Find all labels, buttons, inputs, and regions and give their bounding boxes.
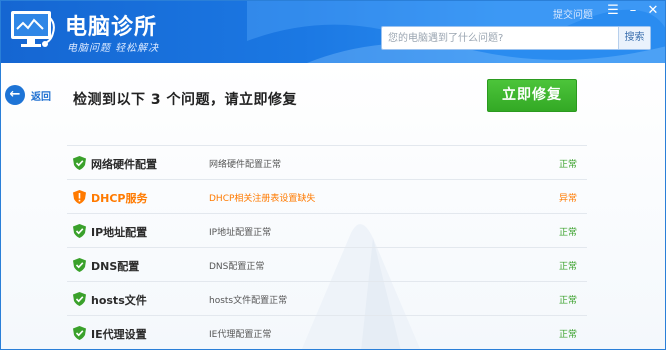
check-name: 网络硬件配置 [91,158,157,171]
app-subtitle: 电脑问题 轻松解决 [67,43,160,54]
close-icon[interactable]: ✕ [645,4,661,18]
title-bar: 电脑诊所 电脑问题 轻松解决 提交问题 ☰ – ✕ 搜索 [1,1,665,63]
check-desc: DNS配置正常 [209,262,265,272]
back-button[interactable]: ← 返回 [5,85,51,105]
fix-now-button[interactable]: 立即修复 [487,79,577,112]
check-list: 网络硬件配置 网络硬件配置正常 正常 DHCP服务 DHCP相关注册表设置缺失 … [67,145,587,349]
back-label: 返回 [31,91,51,103]
check-status: 正常 [558,330,577,340]
submit-question-link[interactable]: 提交问题 [553,6,593,21]
check-row-ip-address: IP地址配置 IP地址配置正常 正常 [67,213,587,247]
shield-check-icon [73,156,86,170]
minimize-icon[interactable]: – [625,4,641,18]
check-desc: 网络硬件配置正常 [209,160,282,170]
app-window: 电脑诊所 电脑问题 轻松解决 提交问题 ☰ – ✕ 搜索 ← 返回 检测到以下 … [0,0,666,350]
check-status: 正常 [558,296,577,306]
check-desc: DHCP相关注册表设置缺失 [209,194,316,204]
check-name: IE代理设置 [91,328,147,341]
check-name: DHCP服务 [91,192,148,205]
check-row-hosts: hosts文件 hosts文件配置正常 正常 [67,281,587,315]
check-desc: hosts文件配置正常 [209,296,288,306]
shield-check-icon [73,258,86,272]
check-status: 正常 [558,160,577,170]
check-status: 异常 [558,194,577,204]
search-button[interactable]: 搜索 [618,27,650,49]
check-row-ie-proxy: IE代理设置 IE代理配置正常 正常 [67,315,587,349]
search-input[interactable] [382,27,618,49]
check-desc: IP地址配置正常 [209,228,272,238]
check-status: 正常 [558,262,577,272]
check-name: IP地址配置 [91,226,148,239]
check-name: hosts文件 [91,294,147,307]
check-name: DNS配置 [91,260,140,273]
result-headline: 检测到以下 3 个问题，请立即修复 [73,92,297,108]
search-box: 搜索 [381,26,651,50]
check-row-dhcp: DHCP服务 DHCP相关注册表设置缺失 异常 [67,179,587,213]
check-status: 正常 [558,228,577,238]
shield-check-icon [73,292,86,306]
shield-check-icon [73,224,86,238]
back-arrow-icon: ← [5,85,25,105]
shield-warning-icon [73,190,86,204]
check-desc: IE代理配置正常 [209,330,272,340]
main-panel: ← 返回 检测到以下 3 个问题，请立即修复 立即修复 网络硬件配置 网络硬件配… [1,63,665,349]
menu-icon[interactable]: ☰ [605,4,621,18]
check-row-network-hardware: 网络硬件配置 网络硬件配置正常 正常 [67,145,587,179]
app-title: 电脑诊所 [65,15,158,40]
shield-check-icon [73,326,86,340]
monitor-stethoscope-logo [11,11,55,47]
check-row-dns: DNS配置 DNS配置正常 正常 [67,247,587,281]
